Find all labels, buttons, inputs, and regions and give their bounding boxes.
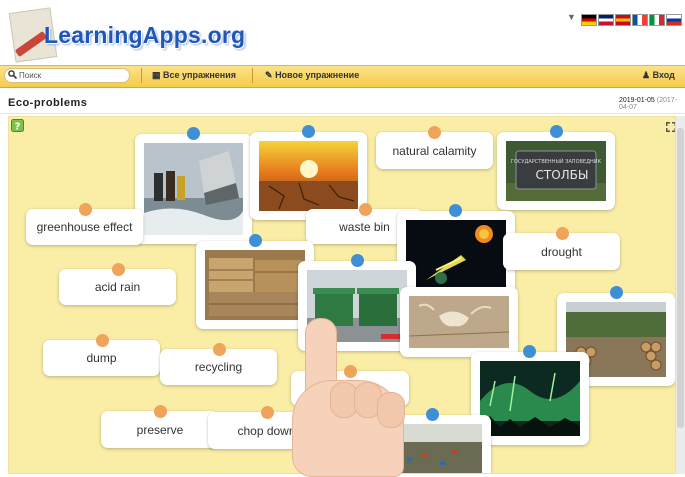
toolbar-divider	[252, 68, 253, 83]
image-card-cracked-earth[interactable]	[250, 125, 367, 220]
card-label: recycling	[194, 360, 243, 374]
search-icon	[8, 70, 18, 81]
site-logo[interactable]: LearningApps.org	[44, 22, 245, 49]
sign-title: СТОЛБЫ	[536, 168, 589, 182]
title-divider	[0, 113, 685, 114]
cracked-earth-photo	[259, 141, 358, 211]
label-card-dump[interactable]: dump	[43, 334, 160, 376]
scrollbar-thumb[interactable]	[677, 128, 684, 428]
drag-pin[interactable]	[96, 334, 109, 347]
stolby-sign-photo: ГОСУДАРСТВЕННЫЙ ЗАПОВЕДНИК СТОЛБЫ	[506, 141, 606, 201]
drag-pin[interactable]	[550, 125, 563, 138]
drag-pin[interactable]	[302, 125, 315, 138]
es-flag-icon[interactable]	[615, 14, 631, 26]
label-card-recycling[interactable]: recycling	[160, 343, 277, 385]
new-exercise-label: Новое упражнение	[275, 70, 360, 80]
bales-photo	[205, 250, 305, 320]
de-flag-icon[interactable]	[581, 14, 597, 26]
card-label: preserve	[136, 422, 184, 437]
label-card-acid-rain[interactable]: acid rain	[59, 263, 176, 305]
language-dropdown-icon[interactable]: ▼	[567, 12, 576, 22]
date-info: 2019-01-05 (2017-04-07	[619, 97, 685, 111]
drag-pin[interactable]	[351, 254, 364, 267]
sign-subtitle: ГОСУДАРСТВЕННЫЙ ЗАПОВЕДНИК	[511, 158, 602, 165]
it-flag-icon[interactable]	[649, 14, 665, 26]
image-card-stolby-sign[interactable]: ГОСУДАРСТВЕННЫЙ ЗАПОВЕДНИК СТОЛБЫ	[497, 125, 615, 210]
new-exercise-link[interactable]: ✎ Новое упражнение	[265, 70, 359, 81]
space-photo	[406, 220, 506, 297]
grid-icon: ▦	[152, 70, 161, 80]
card-label: greenhouse effect	[36, 220, 133, 234]
image-card-flood[interactable]	[135, 127, 252, 244]
drag-pin[interactable]	[426, 408, 439, 421]
label-card-greenhouse-effect[interactable]: greenhouse effect	[26, 203, 143, 245]
drag-pin[interactable]	[249, 234, 262, 247]
image-card-bales[interactable]	[196, 234, 314, 329]
login-link[interactable]: ♟ Вход	[642, 70, 675, 81]
toolbar-divider	[141, 68, 142, 83]
label-card-drought[interactable]: drought	[503, 227, 620, 270]
help-icon[interactable]: ?	[11, 119, 24, 137]
fullscreen-icon[interactable]	[666, 119, 675, 137]
drag-pin[interactable]	[79, 203, 92, 216]
drag-pin[interactable]	[359, 203, 372, 216]
card-label: natural calamity	[392, 143, 477, 158]
all-exercises-link[interactable]: ▦ Все упражнения	[152, 70, 236, 81]
login-label: Вход	[652, 70, 675, 80]
flood-photo	[144, 143, 243, 235]
page-title: Eco-problems	[8, 97, 88, 109]
svg-text:?: ?	[15, 122, 21, 133]
drag-pin[interactable]	[154, 405, 167, 418]
image-card-skull[interactable]	[400, 287, 518, 357]
user-icon: ♟	[642, 70, 651, 80]
drag-pin[interactable]	[449, 204, 462, 217]
gb-flag-icon[interactable]	[598, 14, 614, 26]
card-label: chop down	[237, 423, 296, 438]
drag-pin[interactable]	[261, 406, 274, 419]
all-exercises-label: Все упражнения	[163, 70, 237, 80]
label-card-natural-calamity[interactable]: natural calamity	[376, 126, 493, 169]
pencil-icon: ✎	[265, 70, 273, 80]
fr-flag-icon[interactable]	[632, 14, 648, 26]
drag-pin[interactable]	[213, 343, 226, 356]
search-input[interactable]: Поиск	[4, 68, 130, 83]
drag-pin[interactable]	[187, 127, 200, 140]
card-label: waste bin	[339, 219, 390, 234]
drag-pin[interactable]	[523, 345, 536, 358]
aurora-photo	[480, 361, 580, 436]
hand-knuckle	[377, 392, 405, 428]
date-primary: 2019-01-05	[619, 97, 655, 104]
card-label: acid rain	[94, 280, 141, 294]
card-label: drought	[541, 244, 582, 259]
skull-photo	[409, 296, 509, 348]
drag-pin[interactable]	[344, 365, 357, 378]
ru-flag-icon[interactable]	[666, 14, 682, 26]
drag-pin[interactable]	[610, 286, 623, 299]
drag-pin[interactable]	[112, 263, 125, 276]
drag-pin[interactable]	[556, 227, 569, 240]
card-label: dump	[86, 351, 117, 365]
label-card-preserve[interactable]: preserve	[101, 405, 219, 448]
drag-pin[interactable]	[428, 126, 441, 139]
